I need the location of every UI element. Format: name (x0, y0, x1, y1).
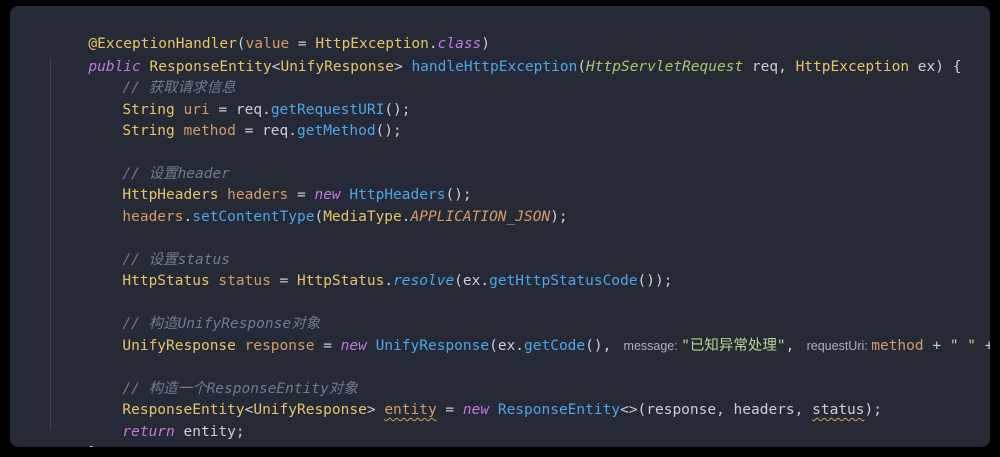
code-line-17[interactable]: // 构造一个ResponseEntity对象 (70, 358, 357, 397)
code-line-4[interactable]: String uri = req.getRequestURI(); (70, 79, 410, 118)
constructor-call: UnifyResponse (375, 338, 490, 354)
param-ex: ex) { (909, 59, 962, 75)
code-line-11[interactable]: // 设置status (70, 229, 230, 268)
param-hint-message: message: (620, 339, 682, 353)
punct: ()); (637, 273, 673, 289)
code-line-5[interactable]: String method = req.getMethod(); (70, 100, 401, 139)
operator: = (314, 338, 341, 354)
method-call: getCode (524, 338, 586, 354)
method-call: setContentType (192, 209, 315, 225)
paren: ( (577, 59, 587, 75)
generic-close: > (393, 59, 412, 75)
variable: method (871, 338, 924, 354)
variable: method (174, 123, 236, 139)
code-line-7[interactable]: // 设置header (70, 143, 230, 182)
code-line-3[interactable]: // 获取请求信息 (70, 57, 235, 96)
code-line-15[interactable]: UnifyResponse response = new UnifyRespon… (70, 315, 990, 354)
generic-type: UnifyResponse (280, 59, 394, 75)
variable-warning: entity (384, 402, 437, 418)
punct: ); (550, 209, 568, 225)
punct: ); (864, 402, 882, 418)
code-line-19[interactable]: return entity; (70, 401, 244, 440)
code-line-2[interactable]: public ResponseEntity<UnifyResponse> han… (36, 36, 961, 75)
closing-brace: } (88, 445, 97, 447)
code-area[interactable]: @ExceptionHandler(value = HttpException.… (10, 6, 990, 447)
string-literal: " " (949, 338, 977, 354)
punct: , (785, 338, 804, 354)
code-line-8[interactable]: HttpHeaders headers = new HttpHeaders(); (70, 164, 471, 203)
variable: response (235, 338, 315, 354)
argument-warning: status (812, 402, 865, 418)
dot: . (401, 209, 411, 225)
punct: (ex. (454, 273, 490, 289)
return-expression: entity; (174, 424, 245, 440)
method-name: handleHttpException (411, 59, 578, 75)
generic-type: UnifyResponse (253, 402, 367, 418)
code-line-12[interactable]: HttpStatus status = HttpStatus.resolve(e… (70, 250, 672, 289)
code-line-20[interactable]: } (36, 422, 97, 447)
keyword-return: return (122, 424, 175, 440)
type-name: HttpStatus (297, 273, 385, 289)
constant: APPLICATION_JSON (410, 209, 551, 225)
type-name: HttpStatus (122, 273, 210, 289)
dot: . (183, 209, 193, 225)
generic-close: > (366, 402, 385, 418)
param-hint-request-uri: requestUri: (803, 339, 872, 353)
dot: . (384, 273, 394, 289)
code-line-18[interactable]: ResponseEntity<UnifyResponse> entity = n… (70, 379, 882, 418)
type-name: UnifyResponse (122, 338, 236, 354)
variable: status (209, 273, 271, 289)
paren: ( (314, 209, 324, 225)
variable: headers (122, 209, 184, 225)
operator: = (436, 402, 463, 418)
operator: + (923, 338, 950, 354)
static-method-call: resolve (393, 273, 455, 289)
operator: = (270, 273, 298, 289)
param-req: req, (743, 59, 796, 75)
method-call: getHttpStatusCode (489, 273, 638, 289)
keyword-new: new (340, 338, 367, 354)
code-line-9[interactable]: headers.setContentType(MediaType.APPLICA… (70, 186, 567, 225)
method-call: getMethod (297, 123, 376, 139)
code-line-1[interactable]: @ExceptionHandler(value = HttpException.… (36, 13, 490, 52)
operator: = req. (235, 123, 297, 139)
type-name: MediaType (323, 209, 402, 225)
operator: + (984, 338, 990, 354)
punct: (ex. (489, 338, 525, 354)
punct: (); (375, 123, 402, 139)
param-type: HttpException (795, 59, 910, 75)
arguments: (response, headers, (637, 402, 813, 418)
param-type: HttpServletRequest (586, 59, 744, 75)
type-name: String (122, 123, 175, 139)
keyword-new: new (462, 402, 490, 418)
punct: (), (585, 338, 621, 354)
code-editor[interactable]: @ExceptionHandler(value = HttpException.… (10, 6, 990, 447)
constructor-call: ResponseEntity (497, 402, 621, 418)
string-literal: "已知异常处理" (681, 338, 786, 354)
code-line-14[interactable]: // 构造UnifyResponse对象 (70, 293, 320, 332)
diamond-operator: <> (620, 402, 638, 418)
